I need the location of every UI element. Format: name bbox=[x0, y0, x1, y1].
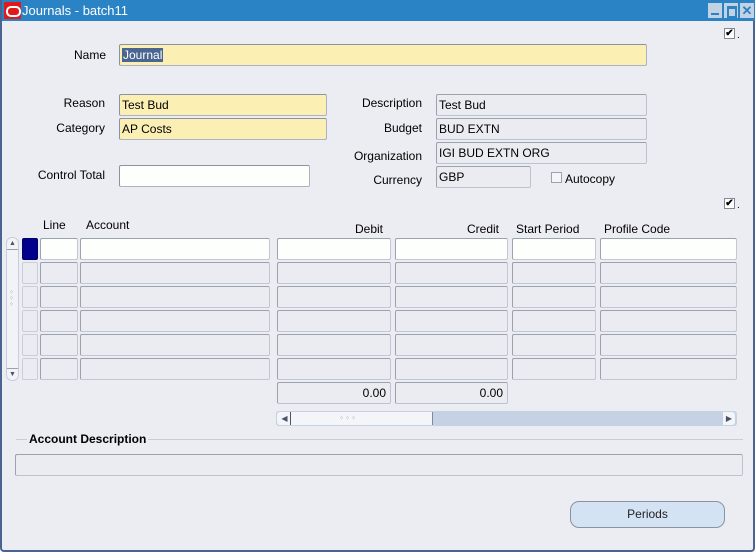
line-cell[interactable] bbox=[40, 310, 78, 332]
credit-cell[interactable] bbox=[395, 238, 508, 260]
debit-cell[interactable] bbox=[277, 358, 391, 380]
category-label: Category bbox=[56, 121, 105, 135]
total-credit-field: 0.00 bbox=[395, 382, 508, 404]
col-header-account: Account bbox=[86, 218, 130, 232]
account-cell[interactable] bbox=[80, 262, 270, 284]
line-cell[interactable] bbox=[40, 238, 78, 260]
name-input[interactable]: Journal bbox=[119, 44, 647, 66]
maximize-icon[interactable] bbox=[724, 3, 738, 18]
col-header-line: Line bbox=[43, 218, 66, 232]
col-header-profile-code: Profile Code bbox=[604, 222, 671, 236]
organization-label: Organization bbox=[353, 149, 422, 163]
start-period-cell[interactable] bbox=[512, 334, 596, 356]
line-cell[interactable] bbox=[40, 334, 78, 356]
currency-label: Currency bbox=[373, 173, 422, 187]
scroll-grip-icon: ⁘⁘⁘ bbox=[339, 416, 358, 422]
profile-code-cell[interactable] bbox=[600, 358, 737, 380]
autocopy-label: Autocopy bbox=[565, 172, 616, 186]
budget-field[interactable]: BUD EXTN bbox=[436, 118, 647, 140]
account-cell[interactable] bbox=[80, 238, 270, 260]
autocopy-checkbox[interactable] bbox=[551, 172, 562, 183]
name-label: Name bbox=[73, 48, 106, 62]
scroll-left-icon[interactable]: ◀ bbox=[279, 412, 291, 425]
control-total-input[interactable] bbox=[119, 165, 310, 187]
minimize-icon[interactable] bbox=[708, 3, 722, 18]
lines-checkbox[interactable]: ✔ bbox=[724, 198, 735, 209]
control-total-label: Control Total bbox=[37, 168, 105, 182]
lines-checkbox-dot: . bbox=[737, 200, 740, 211]
journals-window: Journals - batch11 ✕ ✔ . Name Journal Re… bbox=[0, 0, 755, 552]
col-header-debit: Debit bbox=[354, 222, 383, 236]
profile-code-cell[interactable] bbox=[600, 310, 737, 332]
profile-code-cell[interactable] bbox=[600, 238, 737, 260]
line-cell[interactable] bbox=[40, 358, 78, 380]
credit-cell[interactable] bbox=[395, 310, 508, 332]
account-cell[interactable] bbox=[80, 358, 270, 380]
row-indicator[interactable] bbox=[22, 358, 38, 380]
debit-cell[interactable] bbox=[277, 310, 391, 332]
scroll-grip-icon[interactable]: ⁘ ⁘ ⁘ bbox=[9, 290, 15, 308]
start-period-cell[interactable] bbox=[512, 286, 596, 308]
scroll-right-icon[interactable]: ▶ bbox=[723, 412, 735, 425]
scroll-down-icon[interactable]: ▼ bbox=[7, 368, 18, 380]
start-period-cell[interactable] bbox=[512, 238, 596, 260]
line-cell[interactable] bbox=[40, 262, 78, 284]
debit-cell[interactable] bbox=[277, 334, 391, 356]
profile-code-cell[interactable] bbox=[600, 286, 737, 308]
row-indicator[interactable] bbox=[22, 238, 38, 260]
row-indicator[interactable] bbox=[22, 334, 38, 356]
currency-field[interactable]: GBP bbox=[436, 166, 531, 188]
start-period-cell[interactable] bbox=[512, 358, 596, 380]
window-title: Journals - batch11 bbox=[22, 3, 128, 18]
account-cell[interactable] bbox=[80, 310, 270, 332]
category-input[interactable]: AP Costs bbox=[119, 118, 327, 140]
col-header-credit: Credit bbox=[466, 222, 499, 236]
budget-label: Budget bbox=[383, 121, 422, 135]
debit-cell[interactable] bbox=[277, 286, 391, 308]
line-cell[interactable] bbox=[40, 286, 78, 308]
oracle-logo-icon bbox=[4, 2, 21, 19]
account-cell[interactable] bbox=[80, 334, 270, 356]
description-label: Description bbox=[361, 96, 422, 110]
scroll-up-icon[interactable]: ▲ bbox=[7, 238, 18, 250]
credit-cell[interactable] bbox=[395, 334, 508, 356]
row-indicator[interactable] bbox=[22, 262, 38, 284]
total-debit-field: 0.00 bbox=[277, 382, 391, 404]
start-period-cell[interactable] bbox=[512, 262, 596, 284]
organization-field[interactable]: IGI BUD EXTN ORG bbox=[436, 142, 647, 164]
name-value: Journal bbox=[122, 48, 164, 62]
account-description-field[interactable] bbox=[15, 454, 743, 476]
description-field[interactable]: Test Bud bbox=[436, 94, 647, 116]
debit-cell[interactable] bbox=[277, 262, 391, 284]
credit-cell[interactable] bbox=[395, 358, 508, 380]
lines-vertical-scrollbar[interactable]: ▲ ⁘ ⁘ ⁘ ▼ bbox=[6, 237, 19, 381]
row-indicator[interactable] bbox=[22, 310, 38, 332]
lines-horizontal-scrollbar[interactable]: ◀ ⁘⁘⁘ ▶ bbox=[276, 411, 737, 426]
top-checkbox-dot: . bbox=[737, 30, 740, 41]
title-bar[interactable]: Journals - batch11 ✕ bbox=[2, 0, 755, 21]
col-header-start-period: Start Period bbox=[516, 222, 580, 236]
close-icon[interactable]: ✕ bbox=[740, 3, 754, 18]
horizontal-scroll-thumb[interactable]: ◀ ⁘⁘⁘ bbox=[277, 412, 433, 425]
periods-button[interactable]: Periods bbox=[570, 501, 725, 528]
row-indicator[interactable] bbox=[22, 286, 38, 308]
debit-cell[interactable] bbox=[277, 238, 391, 260]
reason-label: Reason bbox=[63, 96, 105, 110]
profile-code-cell[interactable] bbox=[600, 334, 737, 356]
credit-cell[interactable] bbox=[395, 286, 508, 308]
account-description-title: Account Description bbox=[27, 432, 149, 446]
start-period-cell[interactable] bbox=[512, 310, 596, 332]
top-checkbox[interactable]: ✔ bbox=[724, 28, 735, 39]
profile-code-cell[interactable] bbox=[600, 262, 737, 284]
credit-cell[interactable] bbox=[395, 262, 508, 284]
reason-input[interactable]: Test Bud bbox=[119, 94, 327, 116]
account-cell[interactable] bbox=[80, 286, 270, 308]
